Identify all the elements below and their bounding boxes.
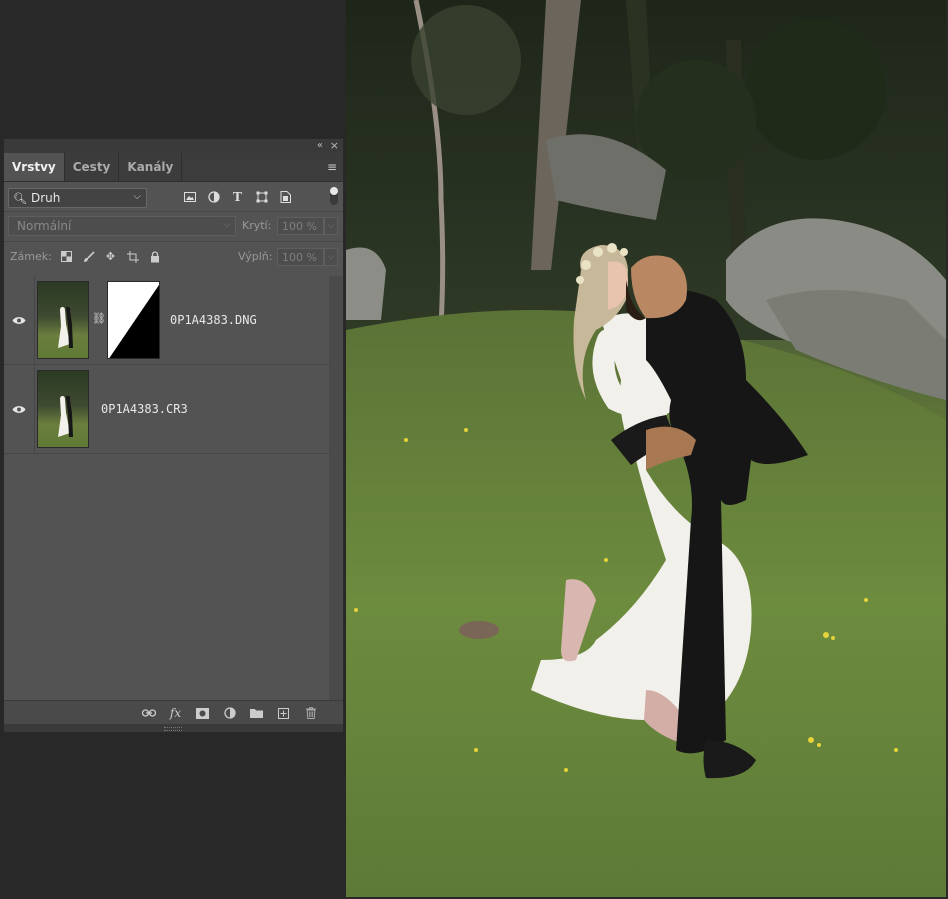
- visibility-eye-icon[interactable]: [4, 276, 35, 364]
- lock-transparency-icon[interactable]: [59, 249, 74, 264]
- layer-row[interactable]: 0P1A4383.CR3: [4, 365, 329, 454]
- opacity-input[interactable]: 100 %: [277, 217, 324, 235]
- visibility-eye-icon[interactable]: [4, 365, 35, 453]
- fill-label: Výplň:: [238, 250, 273, 263]
- panel-menu-icon[interactable]: ≡: [327, 160, 337, 174]
- opacity-label: Krytí:: [242, 219, 272, 232]
- tab-layers[interactable]: Vrstvy: [4, 153, 65, 181]
- lock-icons: ✥: [59, 249, 162, 264]
- lock-row: Zámek: ✥ Výplň: 100 % ⌵: [4, 242, 343, 271]
- trash-icon[interactable]: [302, 705, 319, 721]
- tab-paths[interactable]: Cesty: [65, 153, 120, 181]
- opacity-dropdown-icon[interactable]: ⌵: [324, 217, 338, 235]
- blend-row: Normální ⌵ Krytí: 100 % ⌵: [4, 212, 343, 241]
- layer-row[interactable]: ⛓︎ 0P1A4383.DNG: [4, 276, 329, 365]
- filter-toggle-switch[interactable]: [330, 187, 338, 205]
- layers-scrollbar[interactable]: [329, 276, 343, 700]
- lock-pixels-icon[interactable]: [81, 249, 96, 264]
- add-mask-icon[interactable]: [194, 705, 211, 721]
- filter-kind-value: Druh: [30, 191, 61, 205]
- lock-position-icon[interactable]: ✥: [103, 249, 118, 264]
- layer-name[interactable]: 0P1A4383.CR3: [101, 402, 188, 416]
- panel-resize-grip[interactable]: [4, 724, 343, 732]
- layer-thumbnail[interactable]: [37, 370, 89, 448]
- blend-mode-select[interactable]: Normální ⌵: [8, 216, 236, 236]
- footer-icons: fx: [140, 705, 319, 721]
- stone: [459, 621, 499, 639]
- close-panel-icon[interactable]: ×: [330, 139, 339, 153]
- fx-icon[interactable]: fx: [167, 705, 184, 721]
- chevron-down-icon: ⌵: [223, 219, 231, 230]
- lock-all-icon[interactable]: [147, 249, 162, 264]
- layer-name[interactable]: 0P1A4383.DNG: [170, 313, 257, 327]
- filter-icons: T: [182, 188, 293, 206]
- layer-filter-select[interactable]: 🔍︎ Druh ⌵: [8, 188, 147, 208]
- panel-tabs: Vrstvy Cesty Kanály ≡: [4, 153, 343, 182]
- lock-label: Zámek:: [10, 250, 52, 263]
- group-folder-icon[interactable]: [248, 705, 265, 721]
- adjustment-filter-icon[interactable]: [206, 188, 221, 206]
- collapse-panel-icon[interactable]: «: [317, 139, 323, 153]
- tab-channels[interactable]: Kanály: [119, 153, 183, 181]
- layers-panel: « × Vrstvy Cesty Kanály ≡ 🔍︎ Druh ⌵ T No…: [3, 138, 344, 733]
- new-layer-icon[interactable]: [275, 705, 292, 721]
- fill-input[interactable]: 100 %: [277, 248, 324, 266]
- document-canvas[interactable]: [346, 0, 946, 897]
- blend-mode-value: Normální: [17, 219, 72, 233]
- panel-title-bar: « ×: [4, 139, 343, 153]
- mask-link-icon[interactable]: ⛓︎: [92, 312, 106, 325]
- link-layers-icon[interactable]: [140, 705, 157, 721]
- fill-dropdown-icon[interactable]: ⌵: [324, 248, 338, 266]
- layers-list: ⛓︎ 0P1A4383.DNG 0P1A4383.CR3: [4, 276, 329, 454]
- smart-object-filter-icon[interactable]: [278, 188, 293, 206]
- search-icon: 🔍︎: [13, 191, 27, 205]
- layer-thumbnail[interactable]: [37, 281, 89, 359]
- chevron-down-icon: ⌵: [133, 191, 141, 202]
- adjustment-layer-icon[interactable]: [221, 705, 238, 721]
- shape-filter-icon[interactable]: [254, 188, 269, 206]
- image-filter-icon[interactable]: [182, 188, 197, 206]
- filter-row: 🔍︎ Druh ⌵ T: [4, 182, 343, 211]
- layer-mask-thumbnail[interactable]: [107, 281, 160, 359]
- type-filter-icon[interactable]: T: [230, 188, 245, 206]
- wedding-photo: [346, 0, 946, 897]
- panel-footer: fx: [4, 700, 343, 725]
- lock-artboard-icon[interactable]: [125, 249, 140, 264]
